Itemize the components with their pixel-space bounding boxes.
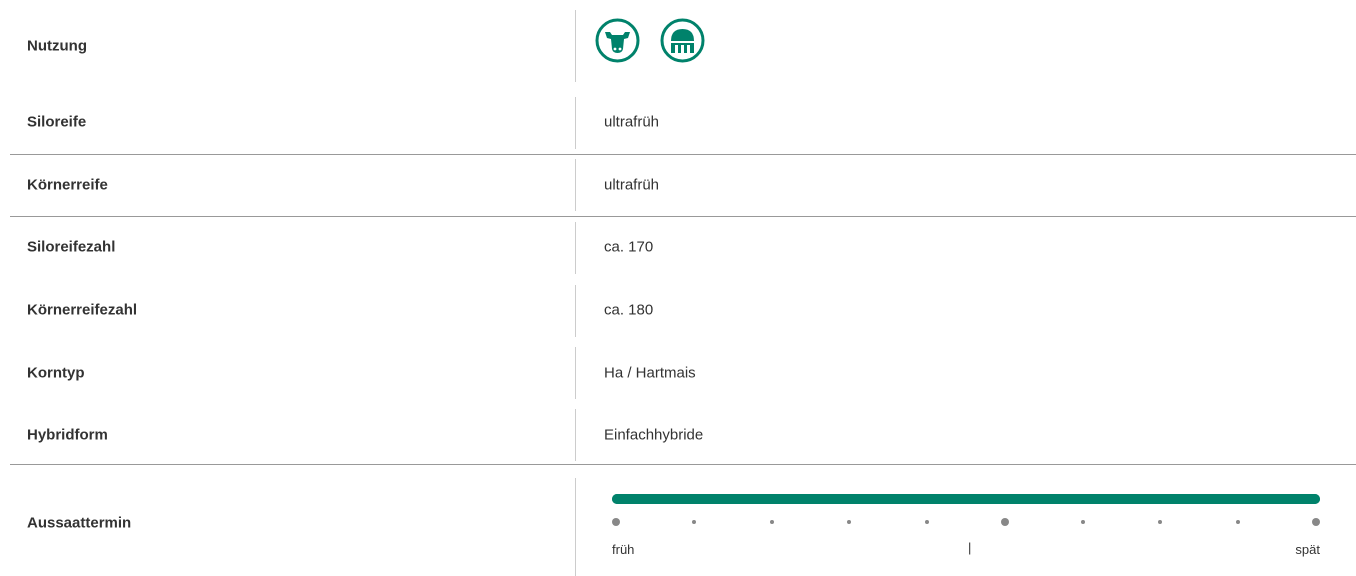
- row-label: Siloreifezahl: [27, 238, 116, 256]
- divider: [575, 222, 576, 274]
- scale-dot: [1158, 520, 1163, 524]
- row-koernerreife: Körnerreife ultrafrüh: [10, 155, 1356, 215]
- scale-major-dot: [1000, 518, 1009, 526]
- divider: [575, 478, 576, 576]
- row-value: ultrafrüh: [604, 113, 660, 131]
- scale-end-label: spät: [1295, 542, 1320, 557]
- separator: [10, 464, 1356, 465]
- divider: [575, 159, 576, 211]
- scale-dot: [925, 520, 930, 524]
- scale-dot: [769, 520, 774, 524]
- row-label: Siloreife: [27, 113, 87, 131]
- divider: [575, 347, 576, 399]
- row-value: Ha / Hartmais: [604, 364, 696, 382]
- row-label: Körnerreife: [27, 176, 108, 194]
- row-value: ca. 180: [604, 301, 654, 319]
- row-hybridform: Hybridform Einfachhybride: [10, 404, 1356, 466]
- scale-range-fill: [612, 494, 1320, 504]
- row-value: ca. 170: [604, 238, 654, 256]
- row-label: Nutzung: [27, 37, 87, 55]
- row-koernerreifezahl: Körnerreifezahl ca. 180: [10, 279, 1356, 341]
- cow-icon: [595, 18, 640, 63]
- scale-major-dot: [612, 518, 620, 526]
- scale-start-label: früh: [612, 542, 635, 557]
- row-aussaattermin: Aussaattermin: [10, 470, 1356, 576]
- row-label: Körnerreifezahl: [27, 301, 138, 319]
- row-value: Einfachhybride: [604, 426, 704, 444]
- scale-major-dot: [1312, 518, 1320, 526]
- divider: [575, 97, 576, 149]
- row-siloreife: Siloreife ultrafrüh: [10, 92, 1356, 152]
- scale-dot: [691, 520, 696, 524]
- scale-dot: [1236, 520, 1241, 524]
- divider: [575, 285, 576, 337]
- row-label: Aussaattermin: [27, 514, 132, 532]
- scale-dot: [847, 520, 852, 524]
- scale-dot: [1080, 520, 1085, 524]
- row-korntyp: Korntyp Ha / Hartmais: [10, 342, 1356, 404]
- usage-icons: [595, 18, 705, 63]
- silo-icon: [660, 18, 705, 63]
- scale-marker: |: [968, 540, 972, 555]
- divider: [575, 10, 576, 82]
- row-label: Hybridform: [27, 426, 108, 444]
- row-value: ultrafrüh: [604, 176, 660, 194]
- row-siloreifezahl: Siloreifezahl ca. 170: [10, 216, 1356, 278]
- row-label: Korntyp: [27, 364, 85, 382]
- divider: [575, 409, 576, 461]
